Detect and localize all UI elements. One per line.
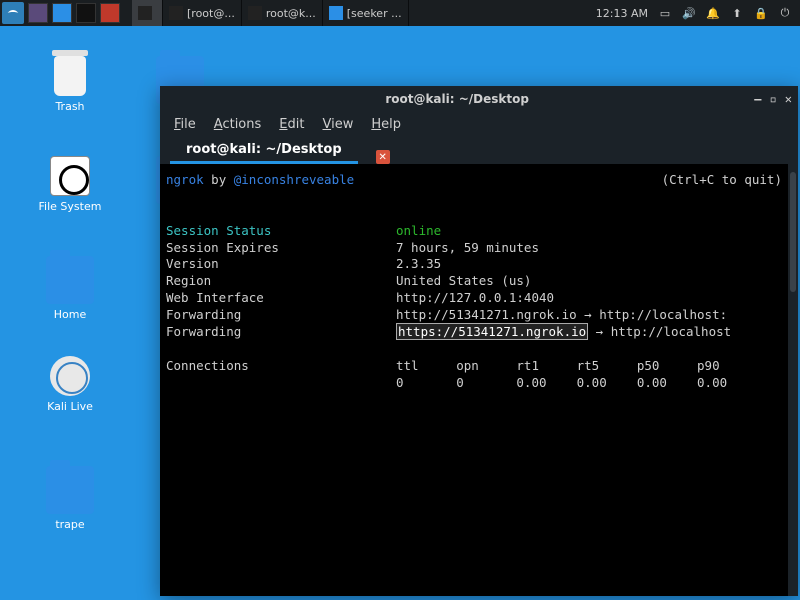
scrollbar-thumb[interactable] (790, 172, 796, 292)
task-item[interactable]: [seeker ... (323, 0, 409, 26)
launcher-icon-2[interactable] (52, 3, 72, 23)
power-icon[interactable]: ⏻ (778, 6, 792, 20)
task-item[interactable]: root@k... (242, 0, 323, 26)
menu-edit[interactable]: Edit (279, 117, 304, 132)
updates-icon[interactable]: ⬆ (730, 6, 744, 20)
taskbar: [root@... root@k... [seeker ... 12:13 AM… (0, 0, 800, 26)
window-titlebar[interactable]: root@kali: ~/Desktop — ▫ ✕ (160, 86, 798, 112)
kali-menu-button[interactable] (2, 2, 24, 24)
volume-icon[interactable]: 🔊 (682, 6, 696, 20)
tabbar: root@kali: ~/Desktop ✕ (160, 136, 798, 164)
menubar: File Actions Edit View Help (160, 112, 798, 136)
window-icon (329, 6, 343, 20)
scrollbar[interactable] (788, 164, 798, 596)
filesystem-glyph (50, 156, 90, 196)
home-folder-icon[interactable]: Home (30, 256, 110, 321)
menu-actions[interactable]: Actions (214, 117, 262, 132)
lock-icon[interactable]: 🔒 (754, 6, 768, 20)
taskbar-right: 12:13 AM ▭ 🔊 🔔 ⬆ 🔒 ⏻ (596, 6, 800, 20)
notification-icon[interactable]: 🔔 (706, 6, 720, 20)
task-item[interactable]: [root@... (163, 0, 242, 26)
trash-glyph (54, 56, 86, 96)
terminal-icon (169, 6, 183, 20)
terminal-window: root@kali: ~/Desktop — ▫ ✕ File Actions … (160, 86, 798, 596)
close-button[interactable]: ✕ (785, 92, 792, 106)
folder-glyph (46, 256, 94, 304)
menu-view[interactable]: View (322, 117, 353, 132)
disc-glyph (50, 356, 90, 396)
task-item[interactable] (132, 0, 163, 26)
folder-glyph (46, 466, 94, 514)
launcher-icon-3[interactable] (76, 3, 96, 23)
launcher-icon-4[interactable] (100, 3, 120, 23)
menu-file[interactable]: File (174, 117, 196, 132)
terminal-icon (138, 6, 152, 20)
clock[interactable]: 12:13 AM (596, 7, 648, 20)
trape-folder-icon[interactable]: trape (30, 466, 110, 531)
terminal-icon (248, 6, 262, 20)
launcher-icon-1[interactable] (28, 3, 48, 23)
tab-close-button[interactable]: ✕ (376, 150, 390, 164)
maximize-button[interactable]: ▫ (770, 92, 777, 106)
workspace-icon[interactable]: ▭ (658, 6, 672, 20)
kalilive-icon[interactable]: Kali Live (30, 356, 110, 413)
taskbar-left (0, 0, 122, 26)
taskbar-tasks: [root@... root@k... [seeker ... (132, 0, 409, 26)
filesystem-icon[interactable]: File System (30, 156, 110, 213)
terminal-output[interactable]: ngrok by @inconshreveable(Ctrl+C to quit… (160, 164, 788, 596)
window-title: root@kali: ~/Desktop (160, 92, 754, 106)
minimize-button[interactable]: — (754, 92, 761, 106)
menu-help[interactable]: Help (371, 117, 401, 132)
terminal-tab[interactable]: root@kali: ~/Desktop (170, 138, 358, 164)
trash-icon[interactable]: Trash (30, 56, 110, 113)
